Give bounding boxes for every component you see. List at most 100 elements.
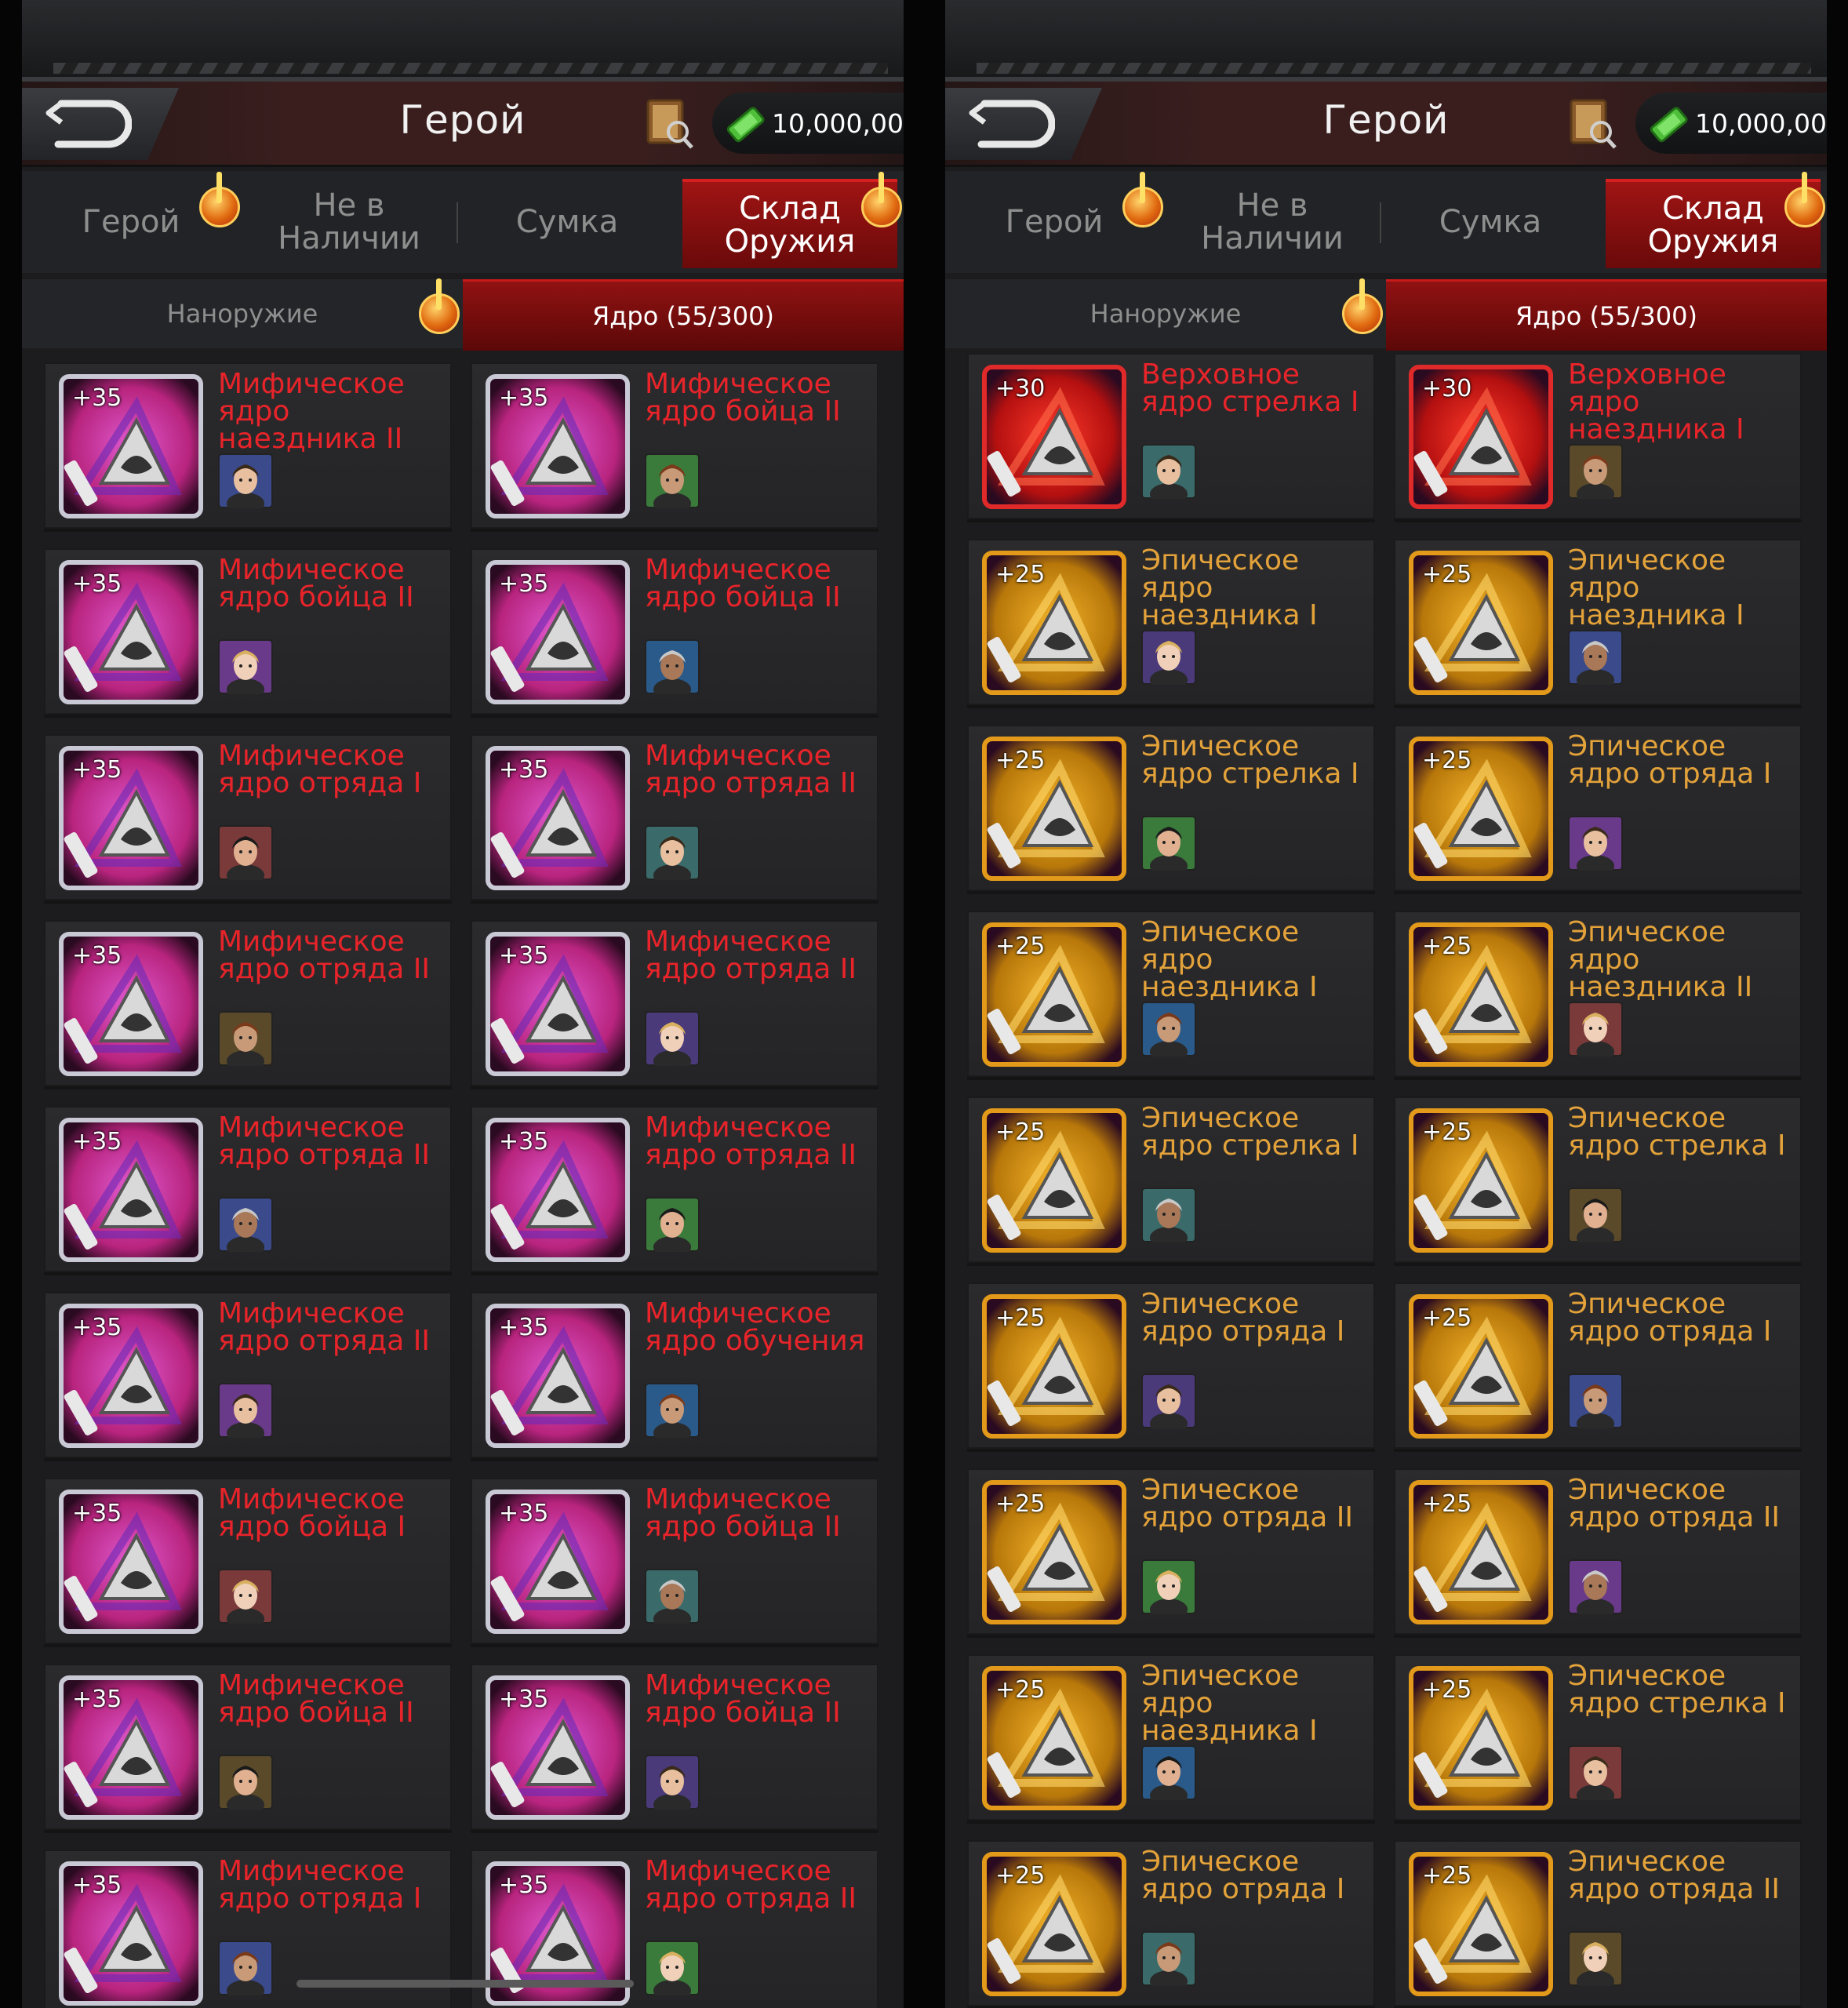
subtab-nanoweapon[interactable]: Наноружие: [22, 279, 463, 348]
core-item-card[interactable]: +35 Мифическое ядро наездника II: [44, 362, 452, 532]
core-item-card[interactable]: +25 Эпическое ядро стрелка I: [1394, 1654, 1802, 1824]
core-item-card[interactable]: +35 Мифическое ядро бойца II: [471, 1478, 879, 1647]
tab-armory[interactable]: Склад Оружия: [682, 179, 897, 268]
core-item-card[interactable]: +35 Мифическое ядро отряда II: [471, 1106, 879, 1275]
core-item-card[interactable]: +30 Верховное ядро наездника I: [1394, 353, 1802, 522]
core-item-card[interactable]: +25 Эпическое ядро стрелка I: [967, 1097, 1375, 1266]
core-level: +35: [72, 1500, 122, 1527]
book-icon[interactable]: [1565, 96, 1618, 151]
core-name: Верховное ядро стрелка I: [1141, 358, 1359, 418]
hero-avatar: [218, 453, 273, 515]
core-item-card[interactable]: +35 Мифическое ядро отряда II: [44, 920, 452, 1089]
core-item-card[interactable]: +35 Мифическое ядро бойца II: [471, 548, 879, 718]
core-item-card[interactable]: +25 Эпическое ядро отряда I: [1394, 725, 1802, 894]
core-item-card[interactable]: +35 Мифическое ядро бойца II: [44, 548, 452, 718]
core-name: Эпическое ядро отряда II: [1141, 1474, 1353, 1533]
core-item-card[interactable]: +35 Мифическое ядро отряда II: [44, 1106, 452, 1275]
hero-avatar: [645, 1941, 700, 2002]
core-item-card[interactable]: +25 Эпическое ядро наездника I: [1394, 539, 1802, 708]
core-level: +25: [1422, 1304, 1472, 1332]
core-name: Эпическое ядро наездника I: [1141, 916, 1318, 1003]
hero-avatar: [218, 1383, 273, 1444]
core-name: Мифическое ядро отряда II: [645, 740, 857, 799]
tab-bag[interactable]: Сумка: [1381, 179, 1599, 265]
core-name: Мифическое ядро обучения: [645, 1297, 865, 1357]
core-name: Мифическое ядро отряда I: [218, 740, 422, 799]
subtab-core[interactable]: Ядро (55/300): [1386, 279, 1827, 351]
core-item-card[interactable]: +35 Мифическое ядро отряда II: [44, 1292, 452, 1461]
core-item-card[interactable]: +25 Эпическое ядро отряда I: [967, 1282, 1375, 1452]
core-level: +25: [995, 747, 1046, 774]
subtab-nanoweapon[interactable]: Наноружие: [945, 279, 1386, 348]
core-item-card[interactable]: +35 Мифическое ядро бойца II: [471, 1664, 879, 1833]
core-item-card[interactable]: +25 Эпическое ядро стрелка I: [1394, 1097, 1802, 1266]
hero-avatar: [218, 639, 273, 700]
alert-icon: [419, 278, 460, 334]
alert-icon: [1784, 172, 1825, 227]
sub-tabs: Наноружие Ядро (55/300): [22, 278, 904, 351]
core-level: +35: [499, 1500, 549, 1527]
core-item-card[interactable]: +25 Эпическое ядро наездника II: [1394, 911, 1802, 1080]
sub-tabs: Наноружие Ядро (55/300): [945, 278, 1827, 351]
core-item-card[interactable]: +25 Эпическое ядро отряда II: [1394, 1468, 1802, 1638]
tab-label: Склад Оружия: [724, 191, 856, 260]
currency-amount: 10,000,000: [772, 108, 904, 139]
core-name: Эпическое ядро отряда I: [1141, 1288, 1345, 1348]
core-level: +35: [499, 1314, 549, 1341]
cash-icon: [726, 107, 765, 143]
core-level: +35: [499, 384, 549, 412]
core-name: Эпическое ядро отряда I: [1568, 730, 1772, 790]
hero-avatar: [218, 1755, 273, 1816]
core-item-card[interactable]: +35 Мифическое ядро отряда II: [471, 920, 879, 1089]
core-name: Мифическое ядро отряда II: [645, 926, 857, 985]
core-level: +25: [995, 933, 1046, 960]
tab-not-available[interactable]: Не в Наличии: [240, 179, 458, 265]
hero-avatar: [218, 1941, 273, 2002]
hero-avatar: [645, 639, 700, 700]
hero-avatar: [1568, 444, 1623, 505]
core-item-card[interactable]: +35 Мифическое ядро отряда II: [471, 734, 879, 904]
core-item-card[interactable]: +25 Эпическое ядро наездника I: [967, 1654, 1375, 1824]
core-name: Мифическое ядро бойца II: [645, 1483, 841, 1543]
hero-avatar: [645, 1197, 700, 1258]
scroll-indicator[interactable]: [296, 1980, 634, 1988]
core-item-card[interactable]: +25 Эпическое ядро отряда I: [1394, 1282, 1802, 1452]
core-level: +25: [1422, 1862, 1472, 1890]
core-name: Мифическое ядро бойца I: [218, 1483, 406, 1543]
core-level: +35: [499, 1128, 549, 1155]
core-item-card[interactable]: +25 Эпическое ядро отряда I: [967, 1840, 1375, 2008]
hero-avatar: [218, 1197, 273, 1258]
core-item-card[interactable]: +25 Эпическое ядро отряда II: [1394, 1840, 1802, 2008]
core-item-card[interactable]: +35 Мифическое ядро бойца II: [471, 362, 879, 532]
hero-avatar: [1568, 1931, 1623, 1992]
core-item-card[interactable]: +35 Мифическое ядро отряда I: [44, 734, 452, 904]
core-item-card[interactable]: +35 Мифическое ядро бойца I: [44, 1478, 452, 1647]
tab-not-available[interactable]: Не в Наличии: [1163, 179, 1381, 265]
tab-label: Сумка: [515, 204, 619, 240]
core-item-card[interactable]: +25 Эпическое ядро наездника I: [967, 539, 1375, 708]
top-frame: [22, 0, 904, 82]
core-level: +35: [72, 1686, 122, 1713]
hero-avatar: [218, 825, 273, 886]
core-name: Мифическое ядро бойца II: [645, 554, 841, 613]
tab-label: Не в Наличии: [278, 187, 420, 256]
core-item-card[interactable]: +25 Эпическое ядро отряда II: [967, 1468, 1375, 1638]
tab-bag[interactable]: Сумка: [458, 179, 676, 265]
core-item-card[interactable]: +35 Мифическое ядро бойца II: [44, 1664, 452, 1833]
book-icon[interactable]: [642, 96, 695, 151]
core-item-card[interactable]: +30 Верховное ядро стрелка I: [967, 353, 1375, 522]
hero-avatar: [645, 1569, 700, 1630]
core-name: Мифическое ядро бойца II: [218, 1669, 414, 1729]
core-name: Эпическое ядро стрелка I: [1141, 730, 1359, 790]
alert-icon: [861, 172, 902, 227]
core-item-card[interactable]: +25 Эпическое ядро наездника I: [967, 911, 1375, 1080]
tab-armory[interactable]: Склад Оружия: [1606, 179, 1821, 268]
core-level: +35: [72, 942, 122, 969]
core-level: +25: [1422, 933, 1472, 960]
hero-avatar: [218, 1011, 273, 1072]
subtab-core[interactable]: Ядро (55/300): [463, 279, 904, 351]
core-level: +30: [995, 375, 1046, 402]
core-item-card[interactable]: +35 Мифическое ядро обучения: [471, 1292, 879, 1461]
core-item-card[interactable]: +25 Эпическое ядро стрелка I: [967, 725, 1375, 894]
tab-label: Склад Оружия: [1647, 191, 1779, 260]
